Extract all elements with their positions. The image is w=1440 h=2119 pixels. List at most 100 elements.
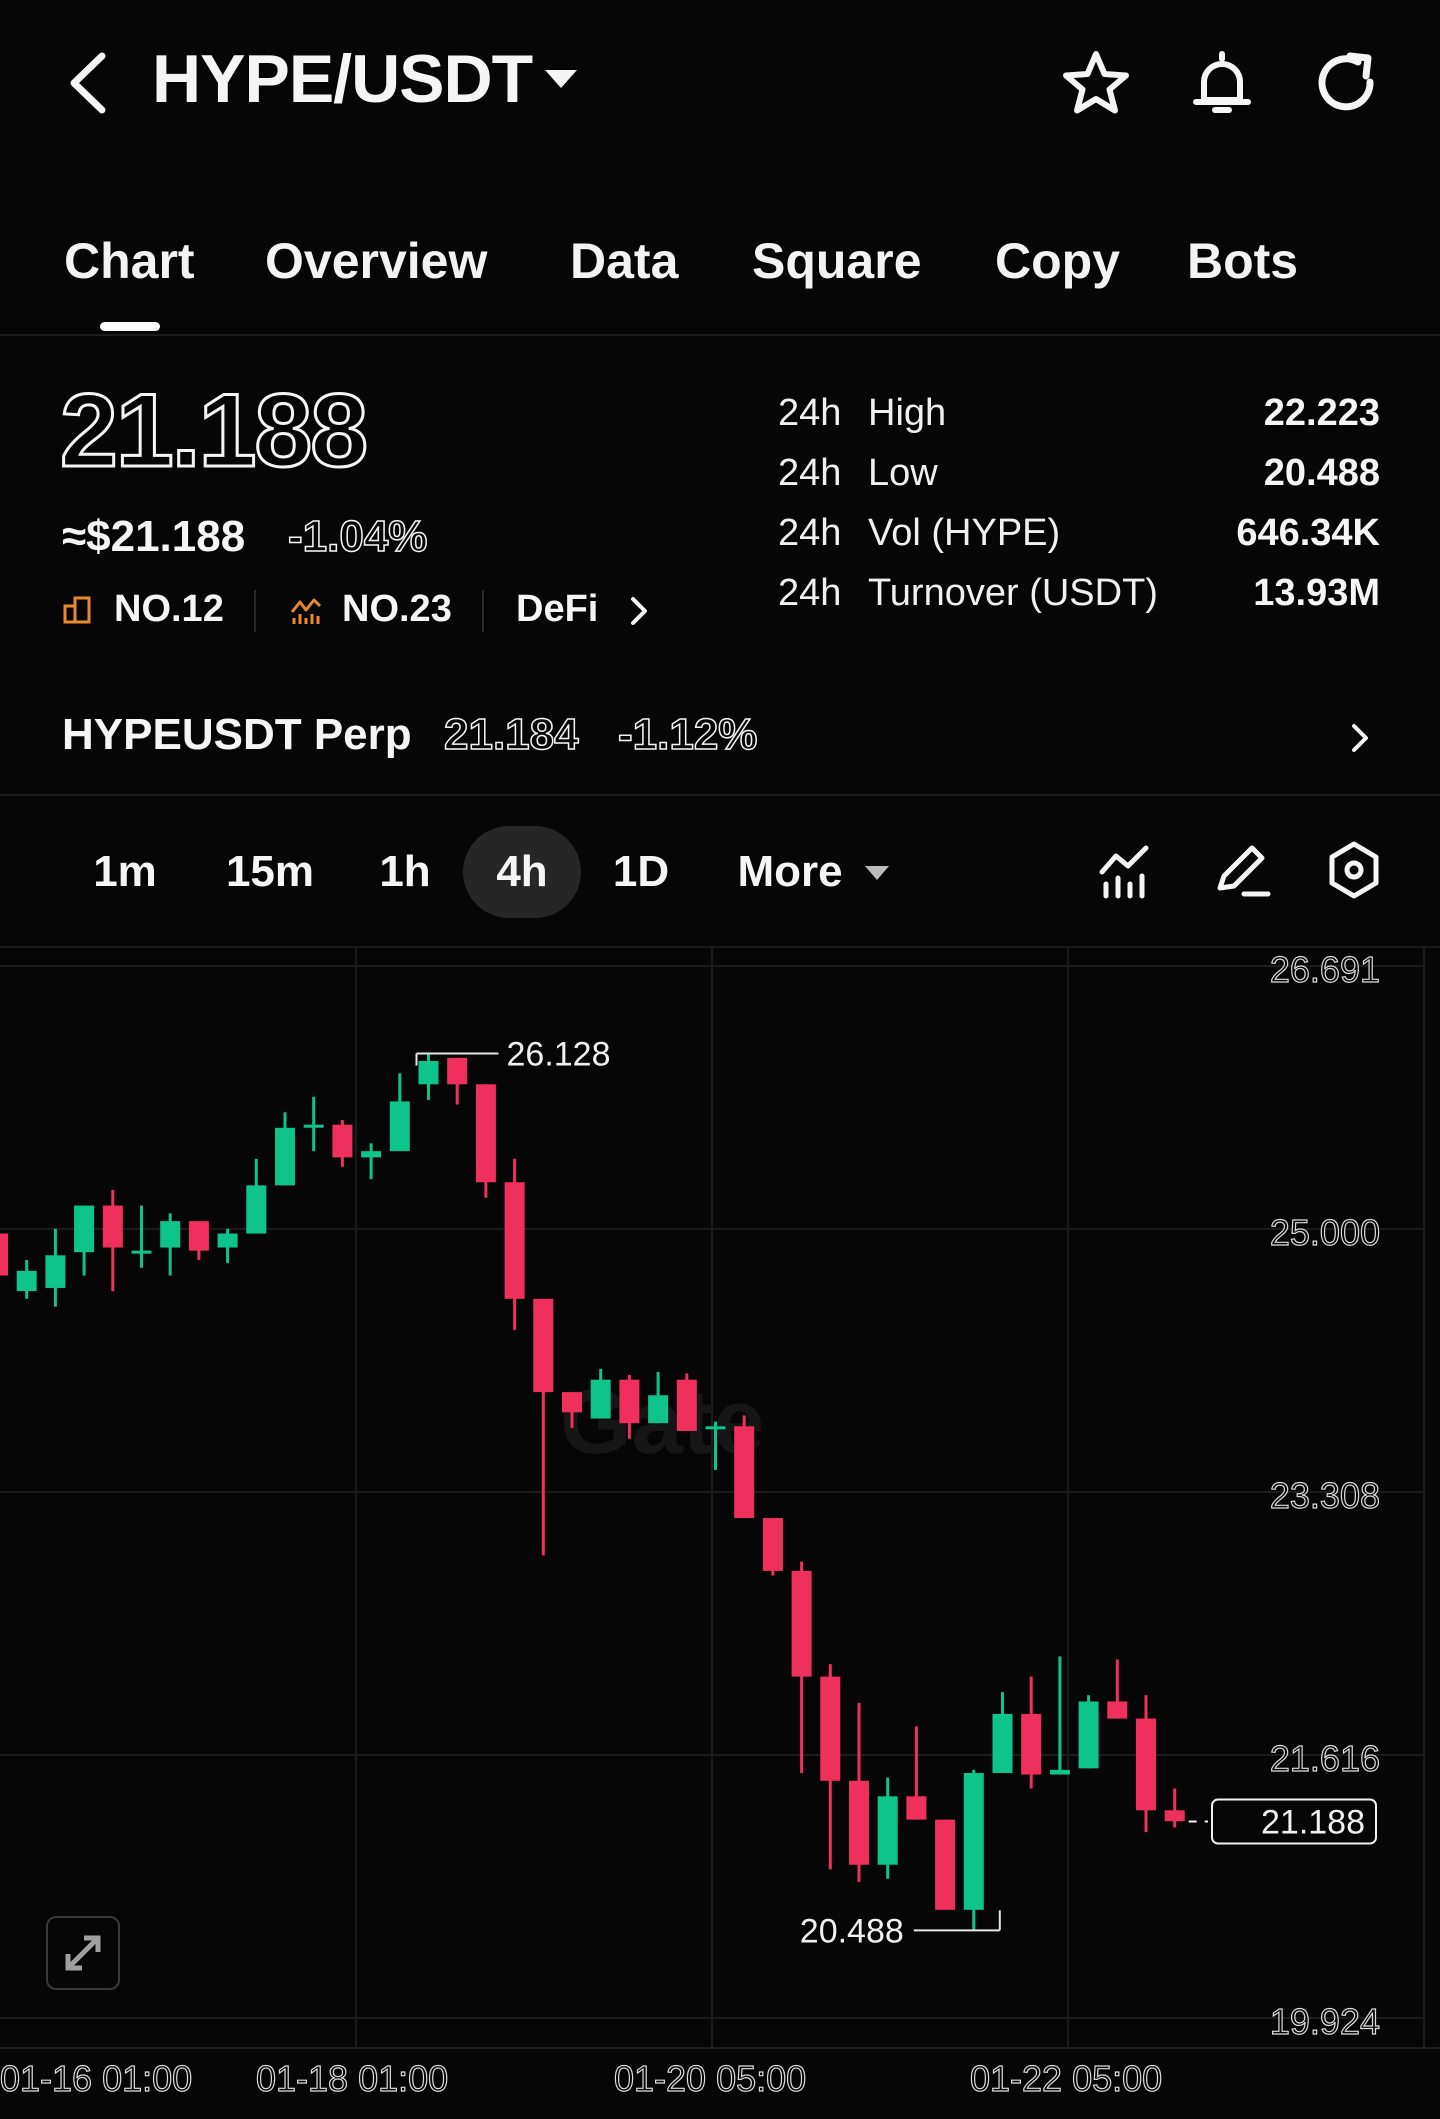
- tab-square[interactable]: Square: [752, 232, 922, 290]
- tab-bar: Chart Overview Data Square Copy Bots: [0, 222, 1440, 336]
- pencil-icon[interactable]: [1210, 838, 1274, 902]
- perp-row[interactable]: HYPEUSDT Perp 21.184 -1.12%: [0, 690, 1440, 796]
- y-axis-label: 25.000: [1270, 1212, 1380, 1253]
- top-bar: HYPE/USDT: [0, 0, 1440, 170]
- candle-body: [188, 1221, 209, 1251]
- stat-period: 24h: [778, 512, 842, 554]
- perp-change: -1.12%: [617, 709, 758, 760]
- last-price: 21.188: [58, 372, 369, 491]
- candle-body: [619, 1379, 640, 1424]
- candle-body: [102, 1205, 123, 1248]
- tab-copy[interactable]: Copy: [995, 232, 1120, 290]
- stat-period: 24h: [778, 392, 842, 434]
- candle-body: [762, 1518, 783, 1571]
- bell-icon[interactable]: [1184, 46, 1260, 122]
- interval-bar: 1m 15m 1h 4h 1D More: [0, 796, 1440, 948]
- pair-title[interactable]: HYPE/USDT: [152, 40, 533, 118]
- candle-body: [217, 1233, 238, 1248]
- y-axis-label: 23.308: [1270, 1475, 1380, 1516]
- interval-4h[interactable]: 4h: [463, 826, 581, 918]
- tab-bots[interactable]: Bots: [1187, 232, 1298, 290]
- low-marker-label: 20.488: [800, 1912, 904, 1950]
- interval-1d[interactable]: 1D: [598, 826, 684, 918]
- interval-more[interactable]: More: [725, 826, 855, 918]
- candle-body: [1078, 1701, 1099, 1769]
- divider: [482, 590, 484, 632]
- sector-rank[interactable]: NO.23: [342, 588, 452, 631]
- candlestick-chart[interactable]: Gate 26.69125.00023.30821.61619.924 26.1…: [0, 948, 1440, 2119]
- stat-label: Low: [868, 452, 938, 494]
- back-arrow-icon[interactable]: [60, 48, 120, 118]
- interval-1h[interactable]: 1h: [360, 826, 450, 918]
- market-cap-rank[interactable]: NO.12: [114, 588, 224, 631]
- category-link[interactable]: DeFi: [516, 588, 598, 631]
- perp-price: 21.184: [443, 709, 579, 760]
- interval-1m[interactable]: 1m: [70, 826, 180, 918]
- fullscreen-button[interactable]: [46, 1916, 120, 1990]
- candle-body: [275, 1127, 295, 1186]
- candle-body: [160, 1221, 181, 1248]
- rank-bar-icon: [63, 596, 91, 624]
- candle-body: [877, 1796, 898, 1865]
- candle-body: [1136, 1718, 1156, 1811]
- candle-body: [475, 1084, 496, 1183]
- candle-body: [1049, 1769, 1070, 1775]
- candle-body: [0, 1233, 8, 1276]
- perp-name: HYPEUSDT Perp: [62, 710, 412, 759]
- candle-body: [447, 1057, 468, 1085]
- candle-body: [705, 1426, 726, 1430]
- expand-icon: [65, 1935, 101, 1971]
- divider: [254, 590, 256, 632]
- caret-down-icon[interactable]: [865, 866, 889, 880]
- candle-body: [562, 1392, 582, 1413]
- stat-period: 24h: [778, 572, 842, 614]
- chevron-right-icon[interactable]: [624, 594, 654, 628]
- candle-body: [648, 1395, 669, 1424]
- candle-body: [676, 1379, 697, 1431]
- interval-15m[interactable]: 15m: [210, 826, 330, 918]
- last-price-label: 21.188: [1261, 1803, 1365, 1841]
- x-axis-label: 01-22 05:00: [969, 2057, 1163, 2099]
- candle-body: [1107, 1701, 1128, 1719]
- high-marker-label: 26.128: [507, 1036, 611, 1074]
- candle-body: [74, 1205, 95, 1253]
- candle-body: [504, 1182, 525, 1299]
- stat-value: 13.93M: [1253, 572, 1380, 614]
- tab-data[interactable]: Data: [570, 232, 678, 290]
- stat-label: High: [868, 392, 947, 434]
- chevron-right-icon[interactable]: [1340, 718, 1380, 758]
- stat-row: 24h Vol (HYPE) 646.34K: [778, 508, 1380, 568]
- settings-hexagon-icon[interactable]: [1322, 838, 1386, 902]
- stat-period: 24h: [778, 452, 842, 494]
- active-tab-indicator: [100, 322, 160, 331]
- tab-overview[interactable]: Overview: [265, 232, 487, 290]
- stat-label: Turnover (USDT): [868, 572, 1158, 614]
- candle-body: [935, 1819, 956, 1910]
- candle-body: [16, 1270, 37, 1292]
- candle-body: [791, 1570, 812, 1677]
- candle-body: [303, 1124, 324, 1128]
- chart-grid: [0, 948, 1440, 2049]
- candle-body: [389, 1101, 410, 1152]
- x-axis-label: 01-20 05:00: [613, 2057, 807, 2099]
- candle-body: [246, 1185, 267, 1234]
- y-axis-label: 19.924: [1270, 2001, 1380, 2042]
- stat-row: 24h High 22.223: [778, 388, 1380, 448]
- candle-body: [533, 1298, 554, 1393]
- candle-body: [963, 1772, 984, 1910]
- star-icon[interactable]: [1058, 46, 1134, 122]
- refresh-icon[interactable]: [1310, 46, 1386, 122]
- caret-down-icon[interactable]: [545, 70, 577, 88]
- trend-chart-icon: [290, 598, 322, 624]
- candle-body: [849, 1780, 869, 1865]
- tab-chart[interactable]: Chart: [64, 232, 195, 290]
- stat-value: 22.223: [1263, 392, 1380, 434]
- candle-body: [1021, 1713, 1042, 1775]
- candle-body: [590, 1379, 611, 1419]
- candle-body: [734, 1426, 755, 1519]
- candle-body: [45, 1255, 66, 1288]
- indicator-icon[interactable]: [1094, 838, 1158, 902]
- y-axis-labels: 26.691 25.000 23.308 21.616 19.924: [1269, 948, 1380, 2042]
- y-axis-label: 26.691: [1270, 949, 1380, 990]
- candle-body: [820, 1676, 841, 1781]
